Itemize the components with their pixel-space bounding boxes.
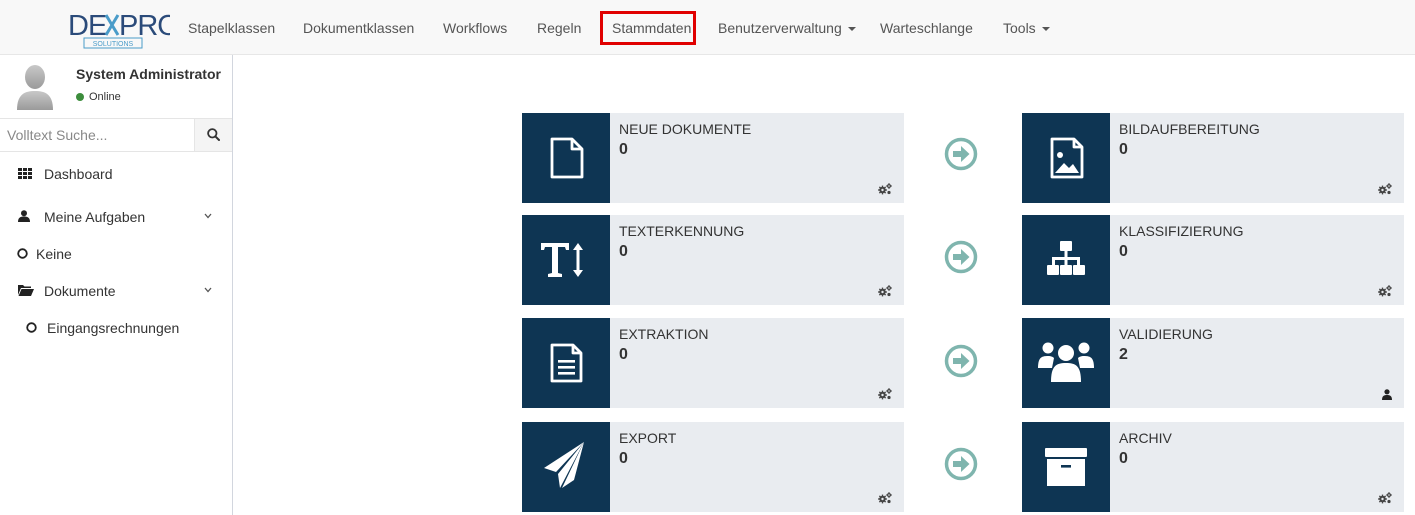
tile-count: 0	[1119, 141, 1128, 158]
tile-count: 0	[1119, 450, 1128, 467]
folder-open-icon	[18, 285, 34, 296]
arrow-circle-right-icon	[944, 240, 978, 274]
tile-count: 2	[1119, 346, 1128, 363]
nav-tools-label: Tools	[1003, 20, 1036, 36]
circle-outline-icon	[17, 248, 28, 259]
tile-count: 0	[619, 141, 628, 158]
cogs-icon[interactable]	[1378, 183, 1392, 195]
user-icon[interactable]	[1382, 389, 1392, 400]
tile-title: Klassifizierung	[1119, 223, 1244, 239]
cogs-icon[interactable]	[1378, 285, 1392, 297]
tile-title: Validierung	[1119, 326, 1213, 342]
nav-stapelklassen[interactable]: Stapelklassen	[188, 19, 275, 37]
search-button[interactable]	[195, 119, 232, 151]
sidebar-item-dokumente[interactable]: Dokumente	[0, 274, 232, 306]
chevron-down-icon	[204, 213, 212, 219]
stammdaten-highlight-box	[600, 11, 696, 45]
tile-icon-box	[522, 318, 610, 408]
tile-icon-box	[1022, 113, 1110, 203]
tile-title: Extraktion	[619, 326, 709, 342]
tile-bildaufbereitung[interactable]: Bildaufbereitung 0	[1022, 113, 1404, 203]
tile-count: 0	[1119, 243, 1128, 260]
user-icon	[18, 210, 30, 222]
tile-neue-dokumente[interactable]: Neue Dokumente 0	[522, 113, 904, 203]
sidebar-item-label: Dokumente	[44, 283, 116, 299]
file-icon	[550, 137, 584, 179]
search-icon	[207, 128, 220, 141]
nav-benutzerverwaltung[interactable]: Benutzerverwaltung	[718, 19, 856, 37]
nav-regeln[interactable]: Regeln	[537, 19, 581, 37]
tile-title: Archiv	[1119, 430, 1172, 446]
cogs-icon[interactable]	[878, 388, 892, 400]
sidebar-item-meine-aufgaben[interactable]: Meine Aufgaben	[0, 200, 232, 232]
cogs-icon[interactable]	[1378, 492, 1392, 504]
tile-klassifizierung[interactable]: Klassifizierung 0	[1022, 215, 1404, 305]
tile-title: Bildaufbereitung	[1119, 121, 1260, 137]
cogs-icon[interactable]	[878, 492, 892, 504]
top-navbar: D E PRO SOLUTIONS Stapelklassen Dokument…	[0, 0, 1415, 55]
user-panel: System Administrator Online	[0, 55, 232, 118]
cogs-icon[interactable]	[878, 285, 892, 297]
file-text-icon	[550, 343, 583, 383]
sidebar-item-label: Keine	[36, 246, 72, 262]
tile-count: 0	[619, 346, 628, 363]
logo-subtext: SOLUTIONS	[93, 41, 134, 48]
tile-icon-box	[522, 422, 610, 512]
th-grid-icon	[18, 168, 32, 179]
online-status-dot-icon	[76, 93, 84, 101]
sidebar-item-dashboard[interactable]: Dashboard	[0, 157, 232, 189]
sitemap-icon	[1047, 241, 1085, 275]
tile-extraktion[interactable]: Extraktion 0	[522, 318, 904, 408]
tile-count: 0	[619, 450, 628, 467]
sidebar-item-label: Dashboard	[44, 166, 113, 182]
tile-export[interactable]: Export 0	[522, 422, 904, 512]
tile-count: 0	[619, 243, 628, 260]
user-name: System Administrator	[76, 66, 221, 82]
sidebar: System Administrator Online Dashboard Me…	[0, 55, 233, 515]
arrow-circle-right-icon	[944, 344, 978, 378]
sidebar-item-eingangsrechnungen[interactable]: Eingangsrechnungen	[0, 311, 232, 343]
svg-text:E: E	[88, 10, 107, 42]
tile-validierung[interactable]: Validierung 2	[1022, 318, 1404, 408]
text-height-icon	[541, 243, 583, 277]
search-input[interactable]	[0, 119, 195, 151]
svg-text:PRO: PRO	[119, 10, 170, 42]
archive-icon	[1045, 448, 1087, 486]
arrow-circle-right-icon	[944, 137, 978, 171]
tile-title: Export	[619, 430, 677, 446]
dexpro-logo[interactable]: D E PRO SOLUTIONS	[68, 5, 170, 49]
user-status: Online	[76, 91, 121, 103]
nav-warteschlange[interactable]: Warteschlange	[880, 19, 973, 37]
search-form	[0, 118, 232, 152]
tile-archiv[interactable]: Archiv 0	[1022, 422, 1404, 512]
chevron-down-icon	[204, 287, 212, 293]
nav-dokumentklassen[interactable]: Dokumentklassen	[303, 19, 414, 37]
nav-benutzerverwaltung-label: Benutzerverwaltung	[718, 20, 842, 36]
users-icon	[1038, 342, 1094, 382]
circle-outline-icon	[26, 322, 37, 333]
tile-icon-box	[522, 113, 610, 203]
user-status-label: Online	[89, 91, 121, 103]
svg-text:D: D	[68, 10, 88, 42]
file-image-icon	[1050, 137, 1084, 179]
caret-down-icon	[847, 27, 856, 32]
caret-down-icon	[1041, 27, 1050, 32]
tile-icon-box	[522, 215, 610, 305]
nav-workflows[interactable]: Workflows	[443, 19, 507, 37]
sidebar-item-keine[interactable]: Keine	[0, 237, 232, 269]
nav-tools[interactable]: Tools	[1003, 19, 1050, 37]
tile-texterkennung[interactable]: Texterkennung 0	[522, 215, 904, 305]
sidebar-item-label: Meine Aufgaben	[44, 209, 146, 225]
tile-title: Texterkennung	[619, 223, 745, 239]
avatar	[17, 64, 53, 110]
cogs-icon[interactable]	[878, 183, 892, 195]
tile-icon-box	[1022, 318, 1110, 408]
arrow-circle-right-icon	[944, 447, 978, 481]
paper-plane-icon	[544, 442, 584, 488]
tile-icon-box	[1022, 422, 1110, 512]
tile-icon-box	[1022, 215, 1110, 305]
sidebar-item-label: Eingangsrechnungen	[47, 320, 180, 336]
tile-title: Neue Dokumente	[619, 121, 752, 137]
